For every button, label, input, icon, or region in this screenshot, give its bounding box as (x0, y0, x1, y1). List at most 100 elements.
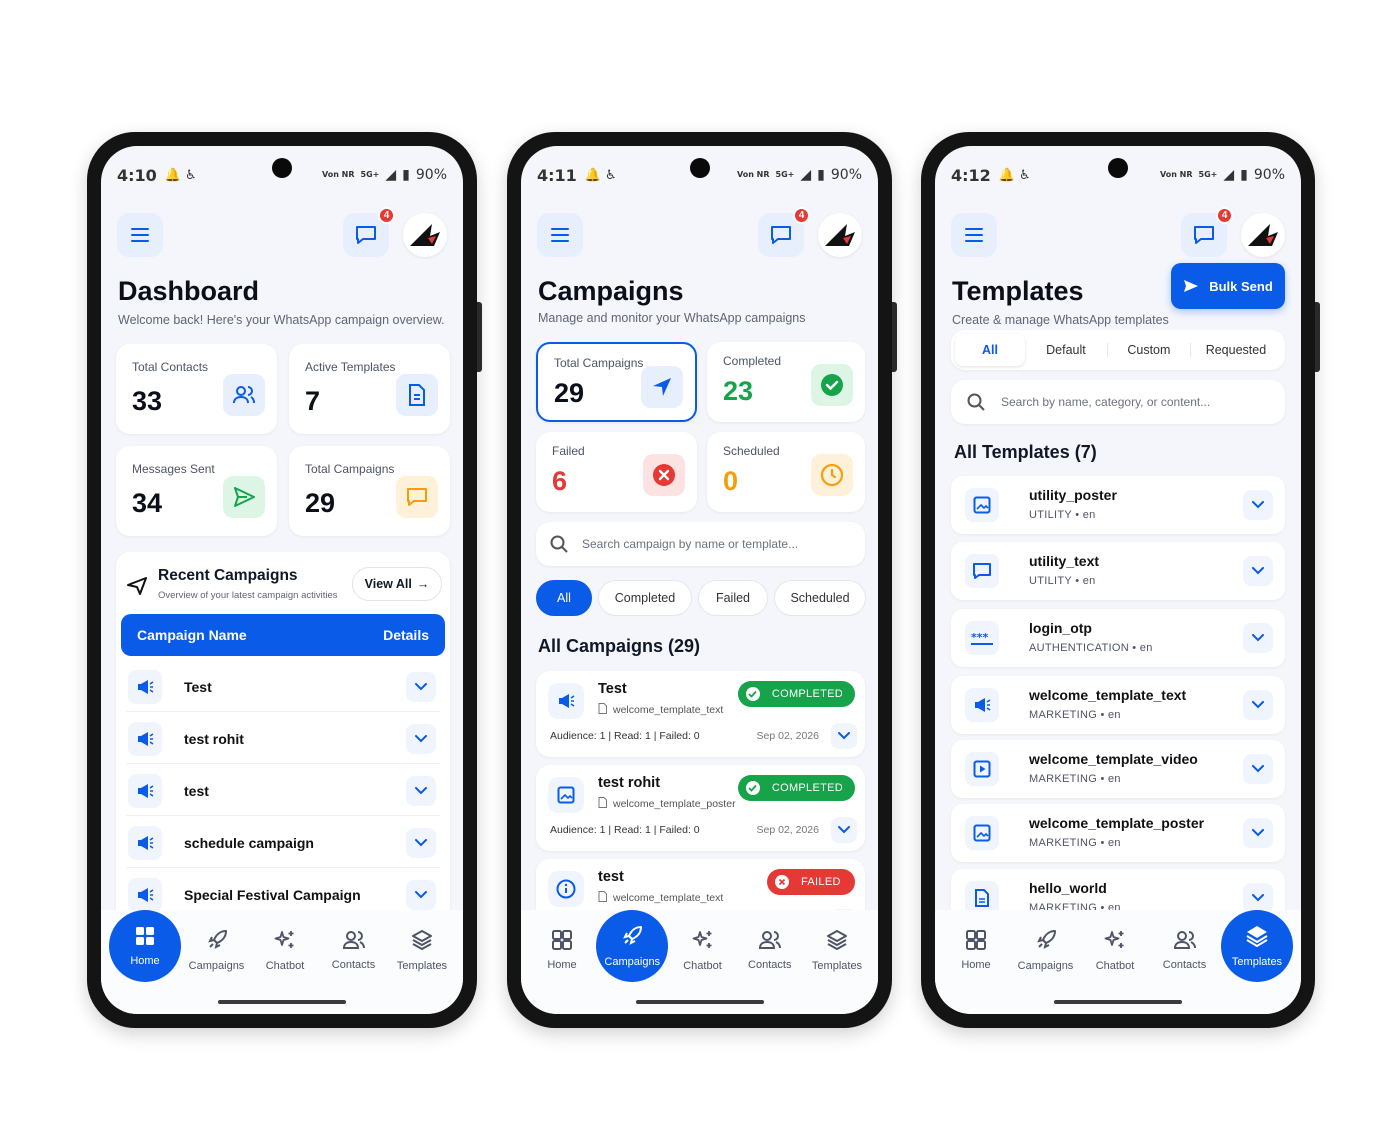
menu-button[interactable] (537, 213, 583, 257)
template-row[interactable]: utility_poster UTILITY • en (951, 476, 1285, 534)
nav-home[interactable]: Home (529, 918, 595, 982)
table-row[interactable]: schedule campaign (126, 820, 440, 868)
template-search[interactable]: Search by name, category, or content... (951, 380, 1285, 424)
stat-card-total-campaigns[interactable]: Total Campaigns 29 (289, 446, 450, 536)
megaphone-icon (128, 826, 162, 860)
nav-templates[interactable]: Templates (389, 918, 455, 982)
avatar[interactable] (1241, 213, 1285, 257)
filter-all[interactable]: All (536, 580, 592, 616)
table-row[interactable]: Test (126, 664, 440, 712)
tab-requested[interactable]: Requested (1191, 343, 1281, 357)
stat-card-total-contacts[interactable]: Total Contacts 33 (116, 344, 277, 434)
chevron-down-icon[interactable] (406, 672, 436, 702)
accessibility-icon: ♿ (1018, 167, 1031, 183)
chevron-down-icon[interactable] (831, 723, 857, 749)
messages-button[interactable]: 4 (1181, 207, 1233, 257)
tab-default[interactable]: Default (1025, 343, 1108, 357)
table-row[interactable]: test rohit (126, 716, 440, 764)
stat-card-messages-sent[interactable]: Messages Sent 34 (116, 446, 277, 536)
bulk-send-button[interactable]: Bulk Send (1171, 263, 1285, 309)
template-name: welcome_template_text (613, 892, 724, 904)
nav-chatbot[interactable]: Chatbot (670, 918, 736, 982)
stat-card-completed[interactable]: Completed 23 (707, 342, 865, 422)
brand-logo-icon (1248, 224, 1278, 246)
campaign-card[interactable]: test rohit welcome_template_poster COMPLET… (536, 765, 865, 851)
campaign-stats: Audience: 1 | Read: 1 | Failed: 0 (550, 730, 700, 742)
avatar[interactable] (818, 213, 862, 257)
stat-card-scheduled[interactable]: Scheduled 0 (707, 432, 865, 512)
nav-campaigns[interactable]: Campaigns (1013, 918, 1079, 982)
campaign-name: schedule campaign (184, 835, 314, 851)
status-badge: FAILED (767, 869, 855, 895)
stat-card-total-campaigns[interactable]: Total Campaigns 29 (536, 342, 697, 422)
menu-button[interactable] (117, 213, 163, 257)
search-input[interactable]: Search campaign by name or template... (582, 537, 798, 551)
stat-label: Failed (552, 444, 585, 458)
filter-failed[interactable]: Failed (698, 580, 768, 616)
messages-button[interactable]: 4 (758, 207, 810, 257)
chevron-down-icon[interactable] (831, 817, 857, 843)
chevron-down-icon[interactable] (1243, 623, 1273, 653)
chevron-down-icon[interactable] (406, 880, 436, 910)
campaign-template: welcome_template_text (598, 891, 723, 905)
template-name: hello_world (1029, 880, 1107, 896)
view-all-button[interactable]: View All → (352, 567, 442, 601)
search-input[interactable]: Search by name, category, or content... (1001, 395, 1210, 409)
page-title: Templates (952, 276, 1084, 306)
chevron-down-icon[interactable] (1243, 556, 1273, 586)
chat-icon (1194, 226, 1214, 244)
nav-home[interactable]: Home (943, 918, 1009, 982)
stat-card-active-templates[interactable]: Active Templates 7 (289, 344, 450, 434)
template-row[interactable]: utility_text UTILITY • en (951, 542, 1285, 600)
home-icon (966, 929, 986, 953)
nav-templates[interactable]: Templates (804, 918, 870, 982)
nav-templates[interactable]: Templates (1221, 910, 1293, 982)
chevron-down-icon[interactable] (406, 776, 436, 806)
nav-chatbot[interactable]: Chatbot (252, 918, 318, 982)
top-bar: 4 (117, 207, 447, 258)
table-row[interactable]: test (126, 768, 440, 816)
send-icon (1184, 280, 1199, 292)
battery-icon: ▮ (1240, 167, 1248, 183)
template-row[interactable]: welcome_template_video MARKETING • en (951, 740, 1285, 798)
template-row[interactable]: welcome_template_text MARKETING • en (951, 676, 1285, 734)
tab-all[interactable]: All (955, 334, 1025, 366)
template-row[interactable]: welcome_template_poster MARKETING • en (951, 804, 1285, 862)
status-time: 4:10 (117, 165, 157, 185)
campaign-search[interactable]: Search campaign by name or template... (536, 522, 865, 566)
stat-label: Total Campaigns (554, 356, 644, 370)
avatar[interactable] (403, 213, 447, 257)
bell-icon: 🔔 (584, 167, 601, 183)
chevron-down-icon[interactable] (1243, 883, 1273, 913)
users-icon (1173, 930, 1196, 953)
nav-campaigns[interactable]: Campaigns (184, 918, 250, 982)
messages-button[interactable]: 4 (343, 207, 395, 257)
filter-scheduled[interactable]: Scheduled (774, 580, 866, 616)
campaign-card[interactable]: Test welcome_template_text COMPLETED Audien… (536, 671, 865, 757)
filter-completed[interactable]: Completed (598, 580, 692, 616)
nav-contacts[interactable]: Contacts (321, 918, 387, 982)
chevron-down-icon[interactable] (406, 828, 436, 858)
chevron-down-icon[interactable] (1243, 818, 1273, 848)
chevron-down-icon[interactable] (1243, 490, 1273, 520)
nav-campaigns[interactable]: Campaigns (596, 910, 669, 982)
campaign-name: Test (184, 679, 212, 695)
nav-home[interactable]: Home (109, 910, 181, 982)
layers-icon (826, 929, 848, 954)
chevron-down-icon[interactable] (1243, 754, 1273, 784)
menu-button[interactable] (951, 213, 997, 257)
nav-contacts[interactable]: Contacts (737, 918, 803, 982)
chat-icon (771, 226, 791, 244)
chevron-down-icon[interactable] (406, 724, 436, 754)
nav-contacts[interactable]: Contacts (1152, 918, 1218, 982)
templates-screen: 4:12 🔔 ♿ Von NR 5G+ ◢ ▮ 90% 4 Templates … (935, 146, 1301, 1014)
tab-custom[interactable]: Custom (1108, 343, 1191, 357)
battery-icon: ▮ (402, 167, 410, 183)
template-row[interactable]: *** login_otp AUTHENTICATION • en (951, 609, 1285, 667)
template-meta: MARKETING • en (1029, 709, 1121, 721)
template-name: welcome_template_text (613, 704, 724, 716)
stat-card-failed[interactable]: Failed 6 (536, 432, 697, 512)
chevron-down-icon[interactable] (1243, 690, 1273, 720)
template-name: welcome_template_poster (613, 798, 736, 810)
nav-chatbot[interactable]: Chatbot (1082, 918, 1148, 982)
